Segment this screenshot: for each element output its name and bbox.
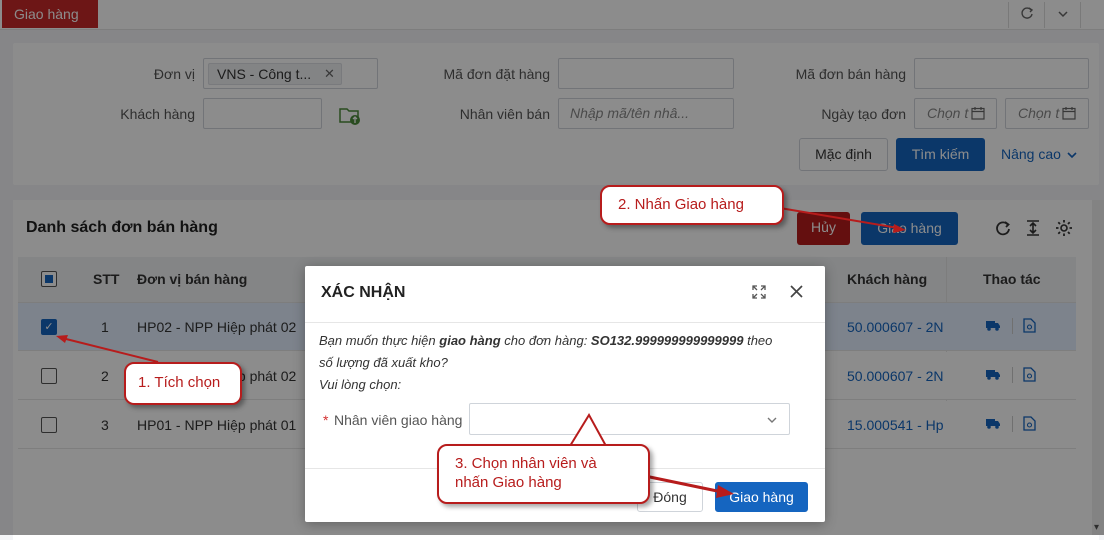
callout-step3: 3. Chọn nhân viên và nhấn Giao hàng bbox=[437, 444, 650, 504]
arrow-step1 bbox=[61, 337, 159, 363]
callout-step1: 1. Tích chọn bbox=[124, 362, 242, 405]
arrow-step3 bbox=[644, 474, 723, 494]
callout-step3-line2: nhấn Giao hàng bbox=[455, 474, 562, 491]
callout-step3-line1: 3. Chọn nhân viên và bbox=[455, 455, 597, 472]
arrow-step2 bbox=[779, 207, 899, 229]
arrowhead bbox=[893, 224, 906, 233]
arrowhead bbox=[56, 335, 68, 343]
callout-step2: 2. Nhấn Giao hàng bbox=[600, 185, 784, 225]
arrowhead bbox=[716, 485, 734, 498]
